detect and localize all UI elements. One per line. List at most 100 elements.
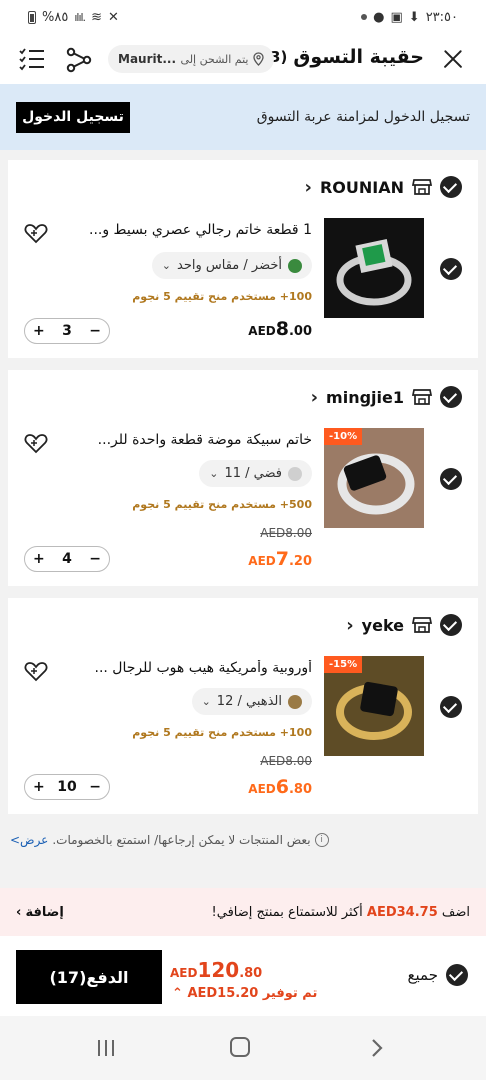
wishlist-heart-icon[interactable] [24,660,48,682]
login-banner: تسجيل الدخول تسجيل الدخول لمزامنة عربة ا… [0,84,486,150]
color-swatch [288,258,302,273]
price-integer: 7 [275,548,289,570]
notice-text: بعض المنتجات لا يمكن إرجاعها/ استمتع بال… [52,833,311,847]
wishlist-heart-icon[interactable] [24,432,48,454]
status-time: ٢٣:٥٠ [425,9,458,25]
back-chevron-icon[interactable] [370,1038,384,1058]
increment-button[interactable]: + [33,779,45,795]
store-name: yeke [361,615,404,635]
status-right: ● ▣ ⬇ ٢٣:٥٠ [361,10,458,25]
store-icon [412,617,432,633]
product-price: AED7.20 [248,548,312,570]
ship-to-selector[interactable]: Maurit... يتم الشحن إلى [108,45,274,73]
product-title[interactable]: 1 قطعة خاتم رجالي عصري بسيط و... [72,222,312,238]
original-price: AED8.00 [260,754,312,768]
item-select-checkbox[interactable] [440,258,462,280]
store-header[interactable]: ROUNIAN ‹ [305,174,462,200]
variant-label: أخضر / مقاس واحد [177,258,282,273]
store-card-mingjie1: mingjie1 ‹ -10% خاتم سبيكة موضة قطعة واح… [8,370,478,586]
price-currency: AED [248,782,276,796]
quantity-value[interactable]: 3 [62,323,72,339]
store-select-checkbox[interactable] [440,386,462,408]
share-icon[interactable] [66,47,92,73]
chevron-left-icon: ‹ [304,176,312,198]
select-all-checkbox[interactable] [446,964,468,986]
product-title[interactable]: خاتم سبيكة موضة قطعة واحدة للر... [72,432,312,448]
chevron-down-icon: ⌄ [201,695,211,708]
decrement-button[interactable]: − [89,323,101,339]
store-header[interactable]: mingjie1 ‹ [311,384,462,410]
increment-button[interactable]: + [33,323,45,339]
chevron-left-icon: › [16,904,22,920]
item-select-checkbox[interactable] [440,468,462,490]
price-integer: 8 [275,318,289,340]
decrement-button[interactable]: − [89,779,101,795]
add-more-prefix: اضف [441,904,470,920]
quantity-value[interactable]: 4 [62,551,72,567]
variant-selector[interactable]: الذهبي / 12 ⌄ [191,688,312,715]
add-more-suffix: أكثر للاستمتاع بمنتج إضافي! [211,904,363,920]
store-card-rounian: ROUNIAN ‹ 1 قطعة خاتم رجالي عصري بسيط و.… [8,160,478,358]
product-title[interactable]: أوروبية وأمريكية هيب هوب للرجال ... [72,660,313,676]
close-icon[interactable] [438,44,468,74]
store-header[interactable]: yeke ‹ [346,612,462,638]
system-nav-bar [0,1016,486,1080]
add-more-message: اضف AED34.75 أكثر للاستمتاع بمنتج إضافي! [212,905,470,920]
select-all-label: جميع [407,966,438,984]
chevron-down-icon: ⌄ [161,259,171,272]
variant-selector[interactable]: فضي / 11 ⌄ [199,460,312,487]
discount-badge: -10% [324,428,363,445]
store-icon [412,389,432,405]
price-currency: AED [248,554,276,568]
chevron-down-icon: ⌄ [209,467,219,480]
original-price: AED8.00 [260,526,312,540]
decrement-button[interactable]: − [89,551,101,567]
product-image[interactable]: -15% [324,656,424,756]
messenger-icon: ● [373,9,385,25]
store-select-checkbox[interactable] [440,614,462,636]
item-select-checkbox[interactable] [440,696,462,718]
total-currency: AED [170,966,198,980]
info-icon: i [314,833,329,847]
rating-text: 500+ مستخدم منح تقييم 5 نجوم [132,498,312,511]
recent-apps-icon[interactable] [96,1039,116,1057]
chevron-up-icon: ⌃ [172,986,183,1001]
notice-view-link[interactable]: عرض> [10,833,48,847]
store-name: ROUNIAN [319,177,404,197]
title-group: حقيبة التسوق (3) [263,46,424,68]
wishlist-heart-icon[interactable] [24,222,48,244]
variant-label: الذهبي / 12 [216,694,282,709]
savings-text: تم توفير AED15.20 [187,986,318,1001]
ship-destination: Maurit... [118,52,177,66]
returns-notice: i بعض المنتجات لا يمكن إرجاعها/ استمتع ب… [0,826,486,854]
list-menu-icon[interactable] [18,47,46,71]
price-decimal: .80 [288,782,312,797]
app-header: حقيبة التسوق (3) Maurit... يتم الشحن إلى [0,34,486,84]
login-banner-text: تسجيل الدخول لمزامنة عربة التسوق [256,109,470,125]
product-image[interactable] [324,218,424,318]
login-button[interactable]: تسجيل الدخول [16,101,130,133]
add-more-link[interactable]: إضافة [26,905,64,920]
quantity-value[interactable]: 10 [57,779,76,795]
image-icon: ▣ [390,9,403,25]
store-icon [412,179,432,195]
add-more-action[interactable]: إضافة › [16,905,64,920]
total-integer: 120 [197,958,240,982]
price-integer: 6 [275,776,289,798]
checkout-button[interactable]: الدفع(17) [16,950,162,1004]
product-image[interactable]: -10% [324,428,424,528]
home-icon[interactable] [230,1037,250,1057]
page-title: حقيبة التسوق [293,46,424,68]
price-currency: AED [248,324,276,338]
product-price: AED8.00 [248,318,312,340]
ring-image-icon [336,238,412,306]
variant-selector[interactable]: أخضر / مقاس واحد ⌄ [151,252,312,279]
signal-icon: ılıl. [74,10,86,24]
store-select-checkbox[interactable] [440,176,462,198]
color-swatch [288,694,302,709]
savings-toggle[interactable]: تم توفير AED15.20 ⌃ [172,986,317,1001]
select-all[interactable]: جميع [408,964,468,986]
increment-button[interactable]: + [33,551,45,567]
chevron-left-icon: ‹ [346,614,354,636]
download-icon: ⬇ [408,9,420,25]
